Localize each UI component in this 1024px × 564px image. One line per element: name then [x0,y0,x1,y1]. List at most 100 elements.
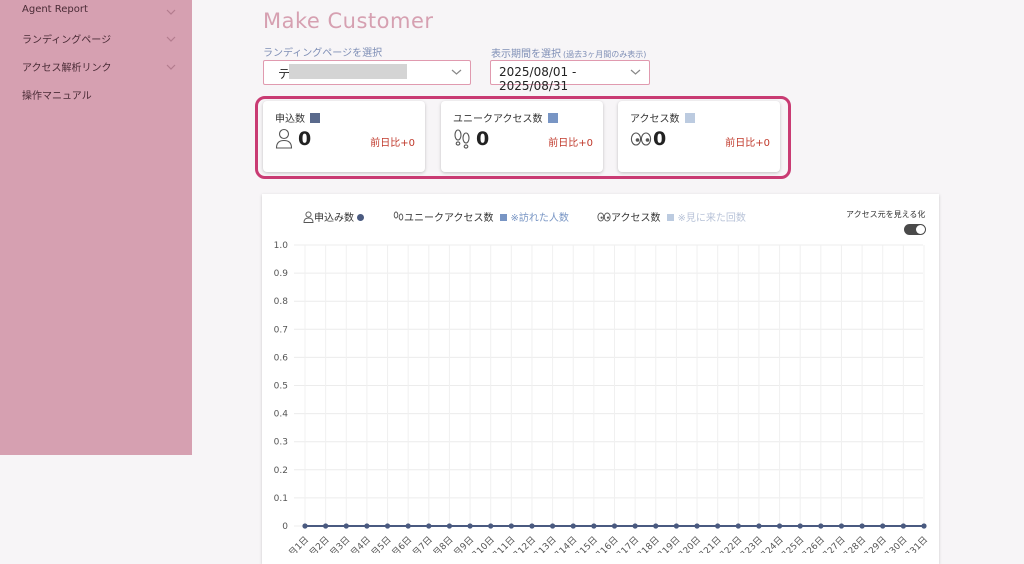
period-label-text: 表示期間を選択 [491,49,561,60]
data-point [776,523,783,529]
card-label-text: 申込数 [275,114,305,125]
data-point [715,523,721,529]
sidebar-item-landing-page[interactable]: ランディングページ [22,31,182,51]
data-point [735,523,741,529]
card-value: 0 [653,128,667,150]
y-tick-label: 0.3 [274,438,288,448]
card-color-swatch [684,113,695,123]
data-point [323,523,329,529]
chevron-down-icon [166,9,176,15]
y-tick-label: 0.8 [274,297,289,307]
source-visualize-toggle-label: アクセス元を見える化 [846,210,926,219]
y-tick-label: 0.4 [274,410,289,420]
data-point [570,523,576,529]
y-tick-label: 0.2 [274,466,288,476]
sidebar-item-label: アクセス解析リンク [22,63,112,74]
data-point [446,523,453,529]
data-point [302,523,308,529]
legend-note: ※見に来た回数 [677,213,746,224]
legend-marker [666,214,674,221]
card-label: ユニークアクセス数 [453,110,558,125]
data-point [838,523,845,529]
sidebar: Agent Report ランディングページ アクセス解析リンク 操作マニュアル [0,0,192,455]
landing-page-select-label: ランディングページを選択 [263,48,383,59]
data-point [364,523,370,529]
period-select-value: 2025/08/01 - 2025/08/31 [499,65,577,93]
eyes-icon [630,132,652,146]
toggle-knob [916,225,925,234]
legend-note: ※訪れた人数 [510,213,569,224]
card-compare: 前日比+0 [370,138,415,149]
data-point [426,523,432,529]
data-point [343,523,349,529]
sidebar-item-manual[interactable]: 操作マニュアル [22,87,182,107]
legend-unique-access[interactable]: ユニークアクセス数 ※訪れた人数 [393,209,569,224]
card-label: 申込数 [275,110,320,125]
data-point [653,523,659,529]
y-tick-label: 1.0 [274,241,289,251]
data-point [673,523,679,529]
data-point [921,523,927,529]
card-color-swatch [310,113,320,123]
data-point [611,523,618,529]
data-point [508,523,514,529]
data-point [694,523,700,529]
period-select-label: 表示期間を選択 (過去3ヶ月間のみ表示) [491,45,646,60]
card-value: 0 [298,128,312,150]
chevron-down-icon [166,36,176,42]
y-tick-label: 0.1 [274,494,288,504]
y-tick-label: 0.9 [274,269,289,279]
card-access: アクセス数 0 前日比+0 [618,101,780,172]
y-tick-label: 0.6 [274,353,289,363]
data-point [591,523,597,529]
data-point [900,523,906,529]
legend-marker [357,214,364,221]
legend-label: ユニークアクセス数 [404,213,494,224]
card-compare: 前日比+0 [725,138,770,149]
sidebar-item-agent-report[interactable]: Agent Report [22,4,182,24]
data-point [756,523,762,529]
sidebar-item-label: Agent Report [22,4,88,15]
card-color-swatch [547,113,558,123]
data-point [797,523,803,529]
card-compare: 前日比+0 [548,138,593,149]
eyes-icon [597,212,611,222]
person-icon [303,211,314,223]
sidebar-item-label: 操作マニュアル [22,91,92,102]
data-point [880,523,886,529]
data-point [550,523,556,529]
sidebar-item-access-analysis-link[interactable]: アクセス解析リンク [22,59,182,79]
y-tick-label: 0.5 [274,382,288,392]
card-label-text: ユニークアクセス数 [453,114,543,125]
footprints-icon [454,129,470,149]
card-value: 0 [476,128,490,150]
data-point [632,523,638,529]
data-point [818,523,824,529]
legend-label: 申込み数 [314,213,354,224]
redacted-value-mask [289,64,407,79]
card-unique-access: ユニークアクセス数 0 前日比+0 [441,101,603,172]
chevron-down-icon [451,69,462,75]
period-select[interactable]: 2025/08/01 - 2025/08/31 [490,60,650,93]
sidebar-item-label: ランディングページ [22,35,112,46]
data-point [467,523,473,529]
legend-marker [499,214,507,221]
source-visualize-toggle[interactable] [904,224,926,235]
chevron-down-icon [166,64,176,70]
x-tick-label: 8月1日 [283,534,312,553]
period-note: (過去3ヶ月間のみ表示) [563,50,647,59]
y-tick-label: 0.7 [274,325,288,335]
legend-applications[interactable]: 申込み数 [303,209,364,224]
card-label-text: アクセス数 [630,114,680,125]
legend-label: アクセス数 [611,213,661,224]
data-point [488,523,494,529]
line-chart: 1.00.90.80.70.60.50.40.30.20.108月1日8月2日8… [274,241,930,553]
card-label: アクセス数 [630,110,695,125]
data-point [384,523,391,529]
card-applications: 申込数 0 前日比+0 [263,101,425,172]
y-tick-label: 0 [282,522,288,532]
legend-access[interactable]: アクセス数 ※見に来た回数 [597,209,746,224]
chevron-down-icon [630,69,641,75]
landing-page-select[interactable]: テ [263,60,471,85]
footprints-icon [393,211,404,221]
